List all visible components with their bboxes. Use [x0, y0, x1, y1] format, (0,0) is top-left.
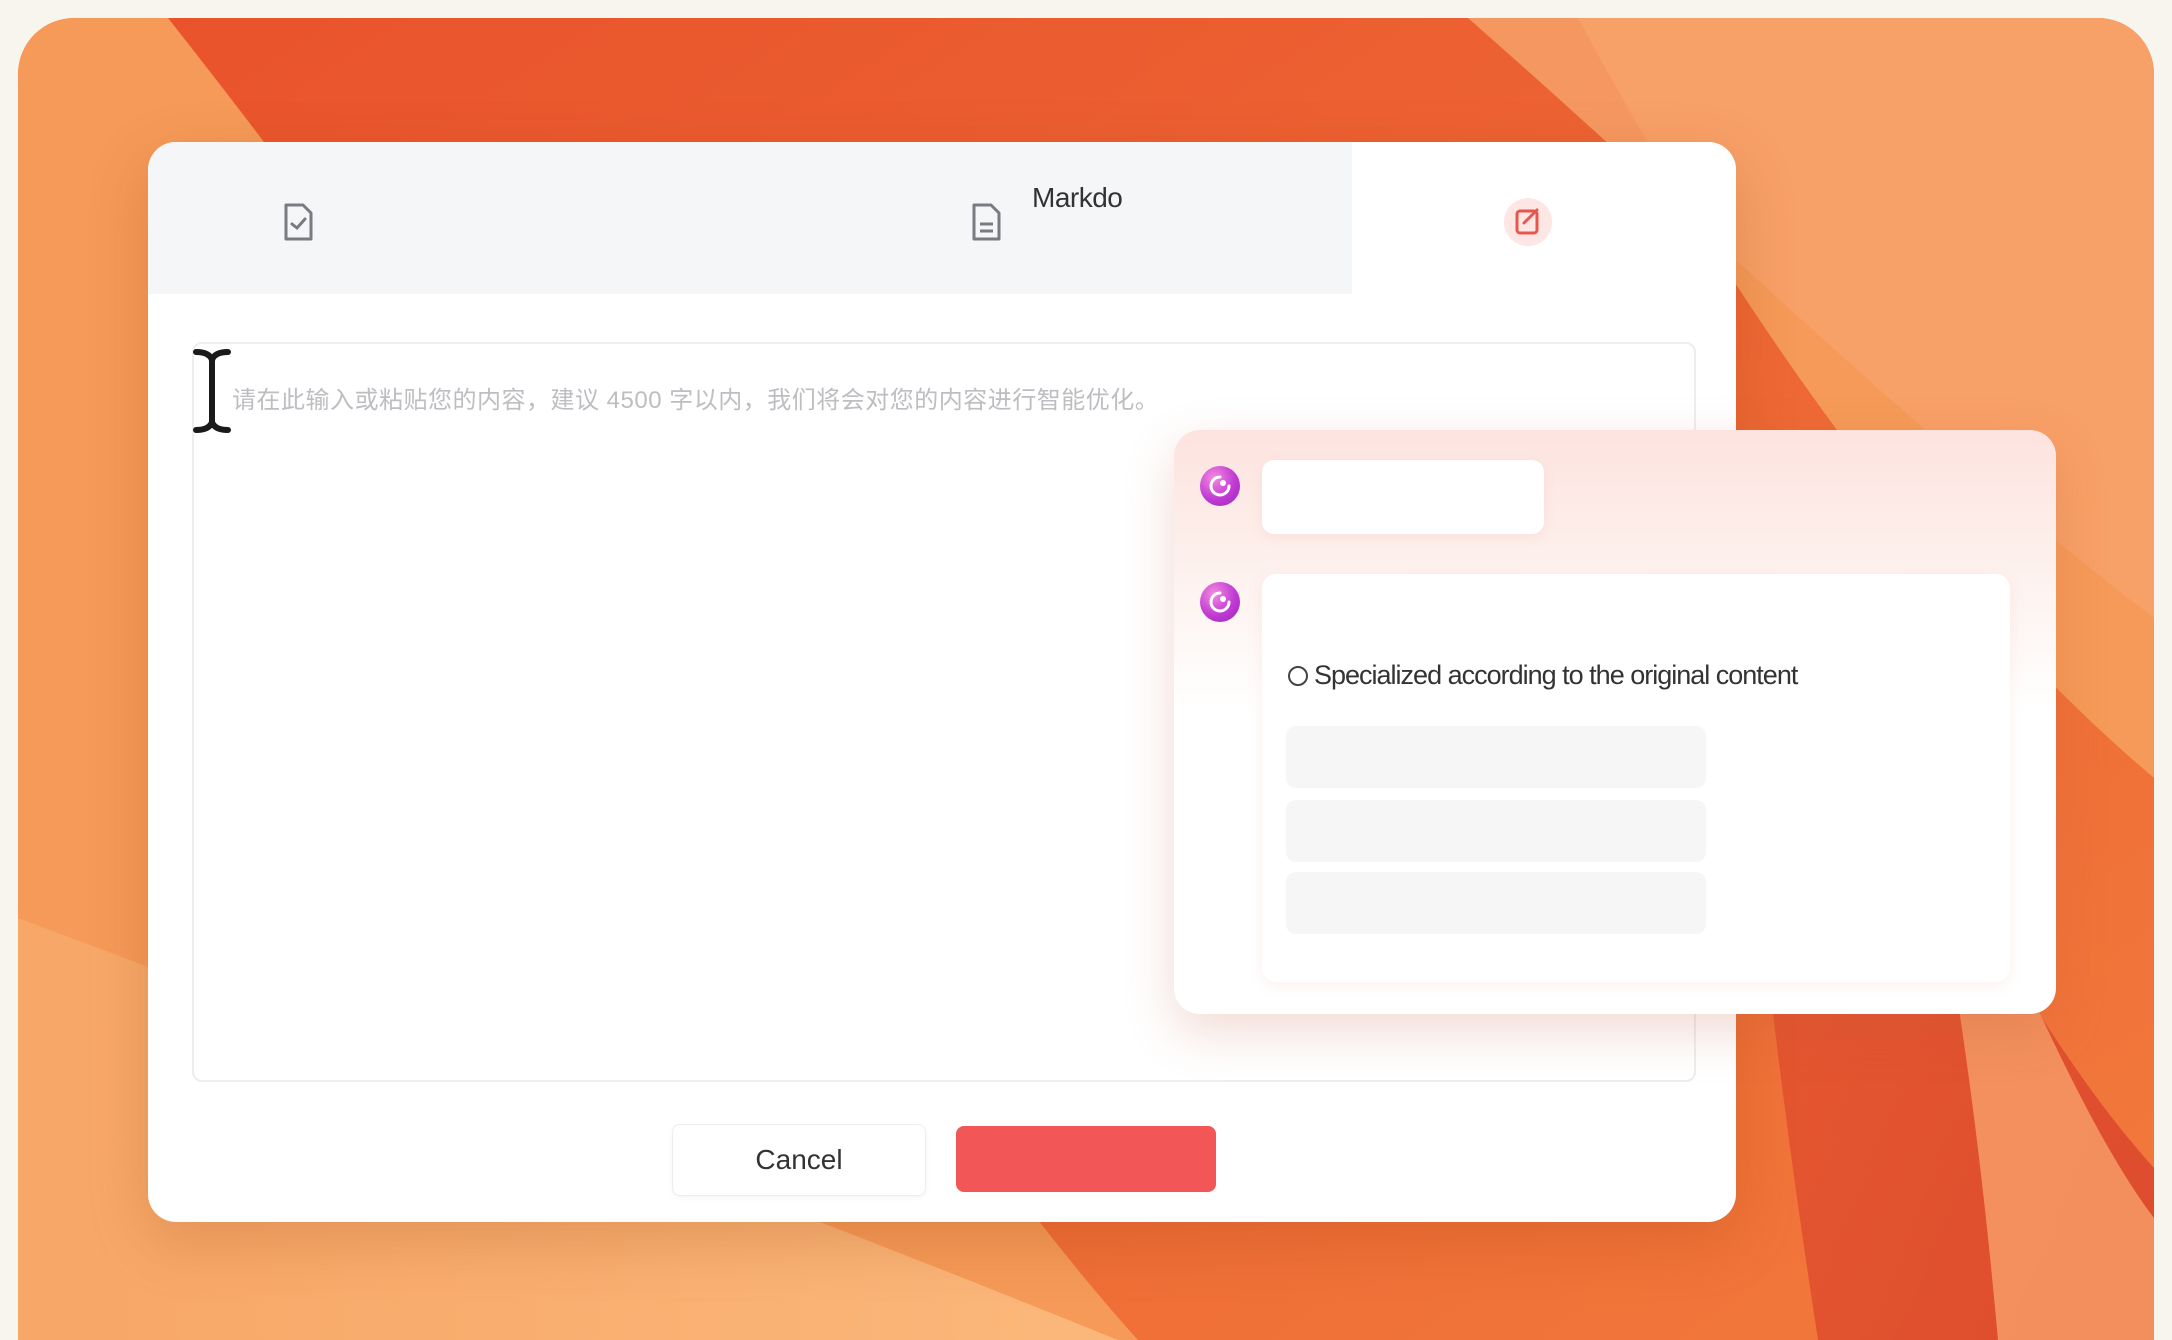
ai-avatar-icon — [1200, 582, 1240, 622]
option-original-content[interactable]: Specialized according to the original co… — [1288, 660, 1798, 691]
document-lines-icon — [972, 203, 1001, 241]
tab-bar: Markdo — [148, 142, 1736, 294]
document-icon — [284, 203, 313, 241]
tab-edit[interactable] — [1352, 142, 1736, 294]
ai-options-bubble: Specialized according to the original co… — [1262, 574, 2010, 982]
option-placeholder[interactable] — [1286, 726, 1706, 788]
option-placeholder[interactable] — [1286, 800, 1706, 862]
tab-label: Markdo — [1032, 182, 1123, 213]
option-label: Specialized according to the original co… — [1314, 660, 1798, 690]
editor-placeholder: 请在此输入或粘贴您的内容，建议 4500 字以内，我们将会对您的内容进行智能优化… — [232, 387, 1160, 414]
edit-icon — [1504, 198, 1552, 246]
ai-message-bubble — [1262, 460, 1544, 534]
cancel-button[interactable]: Cancel — [672, 1124, 926, 1196]
confirm-button[interactable] — [956, 1126, 1216, 1192]
tab-markdown[interactable]: Markdo — [688, 142, 1352, 294]
radio-button[interactable] — [1288, 665, 1308, 686]
ai-avatar-icon — [1200, 466, 1240, 506]
cancel-button-label: Cancel — [755, 1144, 843, 1175]
ai-assistant-panel: Specialized according to the original co… — [1174, 430, 2056, 1014]
tab-document[interactable] — [148, 142, 688, 294]
option-placeholder[interactable] — [1286, 872, 1706, 934]
text-cursor-icon — [193, 349, 231, 433]
